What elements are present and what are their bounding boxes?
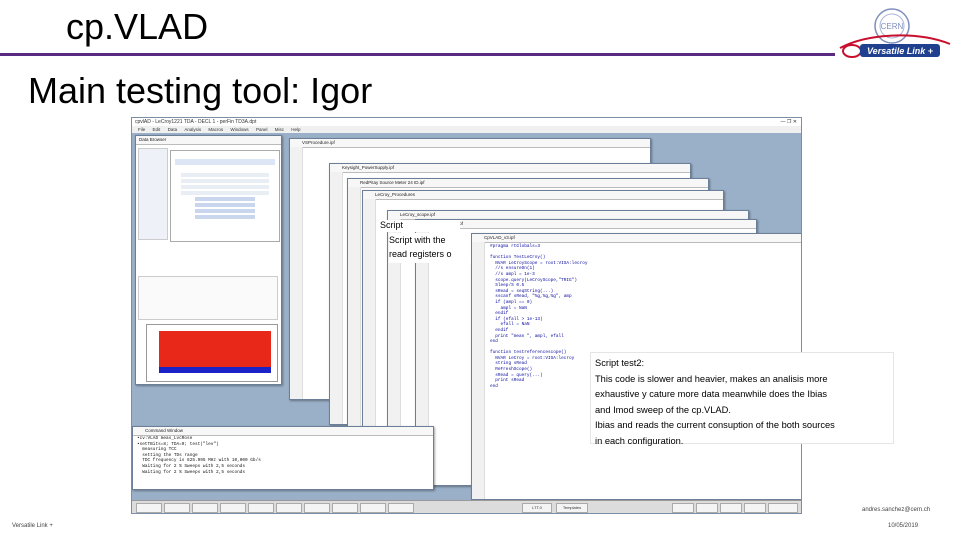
script2-line-3: and Imod sweep of the cp.VLAD. [595,404,731,415]
cpvlad-window-title: CpVLAD_v3.ipf [472,234,801,243]
command-window-title: Command Window [133,427,433,436]
taskbar-item[interactable] [388,503,414,513]
taskbar-item[interactable] [672,503,694,513]
script2-line-2: exhaustive y cature more data meanwhile … [595,389,828,399]
menu-file[interactable]: File [138,127,145,132]
igor-taskbar: LTT.0 Templates [132,500,801,513]
taskbar-templates[interactable]: Templates [556,503,588,513]
procedure-window-4-title: LeCroy_Procedures [363,191,723,200]
script2-title: Script test2: [595,358,645,368]
cern-logo-text: CERN [881,22,904,31]
taskbar-item[interactable] [276,503,302,513]
taskbar-item[interactable] [220,503,246,513]
script1-line2: read registers o [389,249,452,259]
taskbar-item[interactable] [136,503,162,513]
heatmap-area [159,331,271,367]
igor-menu-bar: File Edit Data Analysis Macros Windows P… [132,126,801,133]
data-browser-title: Data Browser [136,136,281,145]
taskbar-item[interactable] [248,503,274,513]
slide-subtitle: Main testing tool: Igor [28,70,373,111]
menu-windows[interactable]: Windows [230,127,248,132]
script1-callout: Script with the read registers o [389,233,471,263]
menu-panel[interactable]: Panel [256,127,268,132]
window-controls[interactable]: — ❐ ✕ [781,118,797,126]
browser-tree[interactable] [170,150,280,242]
taskbar-item[interactable] [164,503,190,513]
code-editor[interactable]: #pragma rtGlobals=3 function TestLeCroy(… [486,244,588,389]
script-test2-callout: Script test2: This code is slower and he… [590,352,894,446]
heatmap-plot[interactable] [146,324,278,382]
command-history: •cv:VLAD meas_LvcRose •setTBits=8; TDA=0;… [133,436,433,475]
code-line: end [490,383,498,389]
procedure-window-6-title: LD3Procedure.ipf [416,220,756,229]
menu-analysis[interactable]: Analysis [184,127,201,132]
igor-window-title: cpvlAD - LeCroy1221 TDA - DECL 1 - perFi… [135,119,257,125]
script2-line-5: in each configuration. [595,435,684,446]
versatile-link-logo: CERN Versatile Link + [830,4,955,66]
igor-title-bar: cpvlAD - LeCroy1221 TDA - DECL 1 - perFi… [132,118,801,126]
browser-info-panel [138,276,278,320]
command-line: Waiting for 2 % Sweeps with 2,5 seconds [137,469,246,475]
script1-callout-head: Script [380,220,460,232]
taskbar-item[interactable] [360,503,386,513]
script1-line1: Script with the [389,235,446,245]
menu-edit[interactable]: Edit [153,127,161,132]
taskbar-item[interactable] [192,503,218,513]
procedure-window-3-title: RedPitay Source Meter 24 ID.ipf [348,179,708,188]
footer-date: 10/05/2019 [888,523,919,529]
procedure-window-2-title: Keysight_PowerSupply.ipf [330,164,690,173]
command-window[interactable]: Command Window •cv:VLAD meas_LvcRose •set… [132,426,434,490]
menu-data[interactable]: Data [168,127,178,132]
footer-project: Versatile Link + [12,523,53,529]
slide-title: cp.VLAD [66,6,209,47]
menu-misc[interactable]: Misc [275,127,284,132]
browser-options-panel[interactable] [138,148,168,240]
logo-text: Versatile Link + [867,46,934,56]
footer-email: andres.sanchez@cern.ch [862,507,931,513]
taskbar-item[interactable] [696,503,718,513]
script2-line-4: Ibias and reads the current consuption o… [595,420,835,430]
taskbar-item[interactable] [768,503,798,513]
taskbar-item[interactable] [744,503,766,513]
menu-macros[interactable]: Macros [208,127,223,132]
taskbar-item[interactable] [720,503,742,513]
heatmap-low-band [159,367,271,373]
script2-line-1: This code is slower and heavier, makes a… [595,373,828,384]
menu-help[interactable]: Help [291,127,300,132]
data-browser-window[interactable]: Data Browser [135,135,282,385]
taskbar-ltt[interactable]: LTT.0 [522,503,552,513]
taskbar-item[interactable] [304,503,330,513]
igor-screenshot: cpvlAD - LeCroy1221 TDA - DECL 1 - perFi… [131,117,802,514]
procedure-window-1-title: VSProcedure.ipf [290,139,650,148]
title-rule [0,53,835,56]
taskbar-item[interactable] [332,503,358,513]
